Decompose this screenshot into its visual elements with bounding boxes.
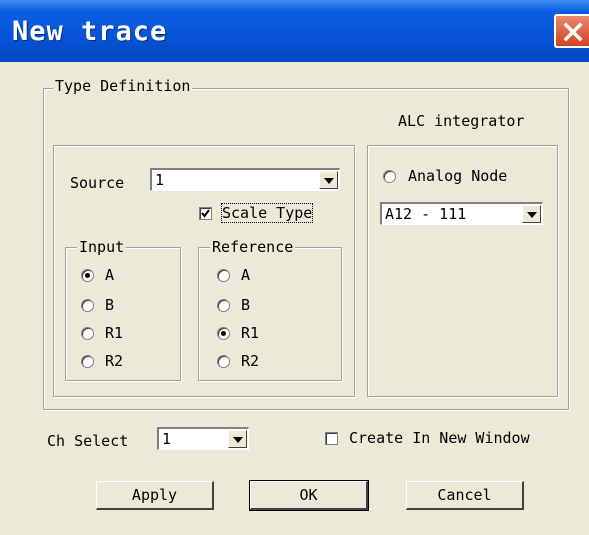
input-option-r1: R1 [105,324,124,342]
analog-node-radio[interactable] [383,170,396,183]
analog-node-select[interactable]: A12 - 111 [380,202,543,225]
chevron-down-icon[interactable] [319,171,338,189]
input-radio-r1[interactable] [81,327,94,340]
reference-radio-a[interactable] [217,269,230,282]
ch-select-value: 1 [162,430,172,448]
create-new-window-checkbox[interactable] [325,432,338,445]
input-radio-a[interactable] [81,269,94,282]
checkmark-icon [201,209,210,218]
ok-button[interactable]: OK [249,480,369,511]
close-button[interactable] [554,14,589,48]
reference-radio-b[interactable] [217,299,230,312]
scale-type-checkbox[interactable] [199,207,212,220]
source-label: Source [70,174,125,192]
input-option-b: B [105,296,115,314]
input-option-r2: R2 [105,352,124,370]
title-bar[interactable]: New trace [0,0,589,62]
reference-option-r2: R2 [241,352,260,370]
window-title: New trace [12,16,168,47]
reference-label: Reference [210,238,296,256]
input-radio-r2[interactable] [81,355,94,368]
scale-type-label[interactable]: Scale Type [220,203,314,223]
type-definition-label: Type Definition [53,77,193,95]
input-option-a: A [105,266,115,284]
reference-option-r1: R1 [241,324,260,342]
ch-select-select[interactable]: 1 [157,427,249,450]
analog-node-value: A12 - 111 [385,205,467,223]
ch-select-label: Ch Select [47,432,129,450]
create-new-window-label[interactable]: Create In New Window [349,429,530,447]
input-radio-b[interactable] [81,299,94,312]
apply-button[interactable]: Apply [96,481,214,510]
reference-option-a: A [241,266,251,284]
reference-option-b: B [241,296,251,314]
chevron-down-icon[interactable] [522,205,541,223]
cancel-button[interactable]: Cancel [406,481,524,510]
analog-node-label: Analog Node [408,167,508,185]
ok-button-label: OK [299,486,318,504]
close-icon [563,22,583,42]
chevron-down-icon[interactable] [228,430,247,448]
mode-label: ALC integrator [398,112,525,130]
reference-radio-r2[interactable] [217,355,230,368]
cancel-button-label: Cancel [437,486,492,504]
source-select[interactable]: 1 [150,168,340,191]
apply-button-label: Apply [131,486,178,504]
input-label: Input [77,238,127,256]
reference-radio-r1[interactable] [217,327,230,340]
source-value: 1 [155,171,165,189]
